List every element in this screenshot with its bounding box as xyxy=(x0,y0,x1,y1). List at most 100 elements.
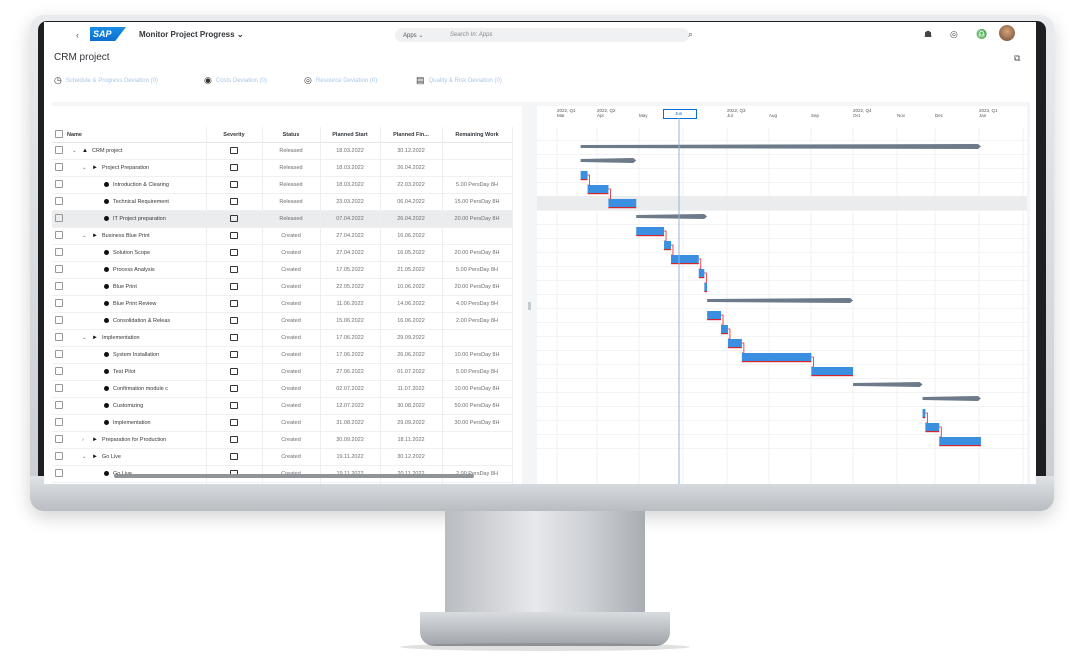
help-icon[interactable]: ◎ xyxy=(950,29,976,40)
table-row[interactable]: ⌄ ► Business Blue Print Created 27.04.2022 16… xyxy=(52,227,512,245)
table-row[interactable]: ⌄ ▲ CRM project Released 18.03.2022 30.12.202… xyxy=(52,142,512,160)
row-checkbox[interactable] xyxy=(52,261,66,279)
row-checkbox[interactable] xyxy=(52,380,66,398)
tab-resource[interactable]: ◎ Resource Deviation (0) xyxy=(304,74,377,85)
gantt-summary-bar[interactable] xyxy=(707,298,854,303)
search-scope-select[interactable]: Apps ⌄ xyxy=(403,32,423,39)
table-row[interactable]: Solution Scope Created 27.04.2022 16.05.202… xyxy=(52,244,512,262)
table-row[interactable]: Confirmation module c Created 02.07.2022 11… xyxy=(52,380,512,398)
gantt-task-bar[interactable] xyxy=(811,367,854,375)
table-row[interactable]: ⌄ ► Implementation Created 17.06.2022 29.09.2… xyxy=(52,329,512,347)
row-checkbox[interactable] xyxy=(52,278,66,296)
table-row[interactable]: Implementation Created 31.08.2022 29.09.202… xyxy=(52,414,512,432)
row-checkbox[interactable] xyxy=(52,431,66,449)
column-header-name[interactable]: Name xyxy=(66,127,206,143)
row-checkbox[interactable] xyxy=(52,346,66,364)
table-row[interactable]: Process Analysis Created 17.05.2022 21.05.2… xyxy=(52,261,512,279)
horizontal-scrollbar[interactable] xyxy=(114,474,474,478)
search-bar[interactable]: Apps ⌄ Search In: Apps ⌕ xyxy=(395,28,693,42)
gantt-task-bar[interactable] xyxy=(608,199,637,207)
row-checkbox[interactable] xyxy=(52,176,66,194)
gantt-task-bar[interactable] xyxy=(925,423,940,431)
gantt-task-bar[interactable] xyxy=(664,241,671,249)
avatar[interactable] xyxy=(999,25,1015,41)
row-checkbox[interactable] xyxy=(52,210,66,228)
table-row[interactable]: Blue Print Review Created 11.06.2022 14.06.… xyxy=(52,295,512,313)
gantt-task-bar[interactable] xyxy=(704,283,708,291)
expand-caret-icon[interactable]: ⌄ xyxy=(82,454,92,460)
table-row[interactable]: IT Project preparation Released 07.04.2022… xyxy=(52,210,512,228)
row-checkbox[interactable] xyxy=(52,244,66,262)
share-icon[interactable]: ⧉ xyxy=(1014,53,1020,64)
gantt-task-bar[interactable] xyxy=(939,437,981,445)
row-checkbox[interactable] xyxy=(52,159,66,177)
gantt-summary-bar[interactable] xyxy=(636,214,708,219)
bell-icon[interactable]: ♎ xyxy=(976,29,1002,40)
column-header-planned-finish[interactable]: Planned Fin... xyxy=(380,127,442,143)
gantt-task-bar[interactable] xyxy=(721,325,728,333)
expand-caret-icon[interactable]: ⌄ xyxy=(82,233,92,239)
gantt-summary-bar[interactable] xyxy=(580,158,637,163)
row-checkbox[interactable] xyxy=(52,414,66,432)
gantt-summary-bar[interactable] xyxy=(922,396,981,401)
planned-finish-cell: 14.06.2022 xyxy=(380,295,442,313)
app-title-menu[interactable]: Monitor Project Progress ⌄ xyxy=(139,30,244,39)
row-checkbox[interactable] xyxy=(52,295,66,313)
select-all-checkbox[interactable] xyxy=(52,127,66,143)
row-checkbox[interactable] xyxy=(52,227,66,245)
table-row[interactable]: › ► Preparation for Production Created 30.09… xyxy=(52,431,512,449)
gantt-task-bar[interactable] xyxy=(922,409,926,417)
sap-logo[interactable]: SAP xyxy=(90,27,126,41)
table-row[interactable]: Technical Requirement Released 23.03.2022 0… xyxy=(52,193,512,211)
table-row[interactable]: Blue Print Created 22.05.2022 10.06.2022 20.… xyxy=(52,278,512,296)
table-row[interactable]: ⌄ ► Go Live Created 19.11.2022 30.12.2022 xyxy=(52,448,512,466)
severity-icon xyxy=(230,146,238,154)
expand-caret-icon[interactable]: ⌄ xyxy=(82,335,92,341)
row-checkbox[interactable] xyxy=(52,329,66,347)
table-row[interactable]: System Installation Created 17.06.2022 26.0… xyxy=(52,346,512,364)
gantt-summary-bar[interactable] xyxy=(580,144,981,149)
gantt-task-bar[interactable] xyxy=(698,269,705,277)
gantt-summary-bar[interactable] xyxy=(853,382,923,387)
column-header-status[interactable]: Status xyxy=(262,127,320,143)
binoculars-icon[interactable]: ☗ xyxy=(924,29,950,40)
row-checkbox[interactable] xyxy=(52,448,66,466)
row-checkbox[interactable] xyxy=(52,465,66,483)
tab-costs[interactable]: ◉ Costs Deviation (0) xyxy=(204,74,267,85)
gantt-task-bar[interactable] xyxy=(670,255,699,263)
planned-start-cell: 21.11.2022 xyxy=(320,482,380,484)
table-row[interactable]: Test Pilot Created 27.06.2022 01.07.2022 5.0… xyxy=(52,363,512,381)
gantt-task-bar[interactable] xyxy=(741,353,812,361)
row-checkbox[interactable] xyxy=(52,193,66,211)
task-name: Confirmation module c xyxy=(66,380,206,398)
gantt-task-bar[interactable] xyxy=(707,311,722,319)
expand-caret-icon[interactable]: › xyxy=(82,437,92,443)
row-checkbox[interactable] xyxy=(52,482,66,484)
table-row[interactable]: System Optimization Created21.11.202230.1… xyxy=(52,482,512,484)
back-icon[interactable]: ‹ xyxy=(76,30,79,40)
tab-quality[interactable]: ▤ Quality & Risk Deviation (0) xyxy=(416,74,502,85)
row-checkbox[interactable] xyxy=(52,142,66,160)
task-name-text: Business Blue Print xyxy=(102,233,150,239)
column-header-planned-start[interactable]: Planned Start xyxy=(320,127,380,143)
table-row[interactable]: Consolidation & Releas Created 15.06.2022 1… xyxy=(52,312,512,330)
tab-schedule[interactable]: ◷ Schedule & Progress Deviation (0) xyxy=(54,74,158,85)
splitter-handle[interactable] xyxy=(528,302,531,310)
row-checkbox[interactable] xyxy=(52,363,66,381)
expand-caret-icon[interactable]: ⌄ xyxy=(82,165,92,171)
gantt-task-bar[interactable] xyxy=(580,171,588,179)
gantt-task-bar[interactable] xyxy=(636,227,665,235)
table-row[interactable]: Introduction & Clearing Released 18.03.202… xyxy=(52,176,512,194)
column-header-severity[interactable]: Severity xyxy=(206,127,262,143)
gantt-task-bar[interactable] xyxy=(587,185,609,193)
table-row[interactable]: Customizing Created 12.07.2022 30.08.2022 50… xyxy=(52,397,512,415)
task-name: System Optimization xyxy=(66,482,206,484)
table-row[interactable]: ⌄ ► Project Preparation Released 18.03.2022 2… xyxy=(52,159,512,177)
row-checkbox[interactable] xyxy=(52,397,66,415)
gantt-task-bar[interactable] xyxy=(727,339,742,347)
expand-caret-icon[interactable]: ⌄ xyxy=(72,148,82,154)
search-icon[interactable]: ⌕ xyxy=(688,29,693,40)
search-input[interactable]: Search In: Apps xyxy=(450,32,492,38)
row-checkbox[interactable] xyxy=(52,312,66,330)
column-header-remaining-work[interactable]: Remaining Work xyxy=(442,127,512,143)
